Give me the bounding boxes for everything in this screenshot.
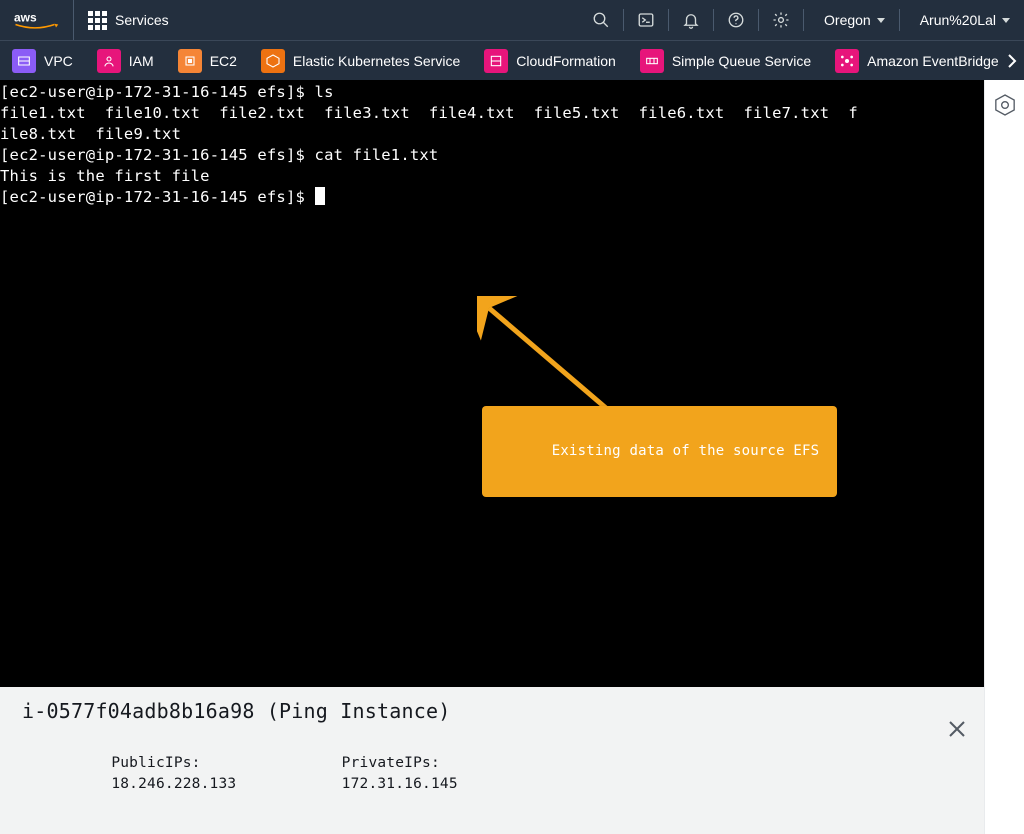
right-tool-strip [984,80,1024,834]
close-info-bar-button[interactable] [872,699,966,765]
annotation-callout: Existing data of the source EFS [482,406,837,497]
svg-text:aws: aws [14,11,37,25]
public-ip: PublicIPs: 18.246.228.133 [22,732,236,816]
svc-shortcut-vpc[interactable]: VPC [0,41,85,80]
svc-shortcut-eventbridge[interactable]: Amazon EventBridge [823,41,1011,80]
terminal-line: [ec2-user@ip-172-31-16-145 efs]$ cat fil… [0,146,438,164]
region-selector[interactable]: Oregon [804,0,899,40]
svc-shortcut-eks[interactable]: Elastic Kubernetes Service [249,41,472,80]
aws-top-nav: aws Services Oregon [0,0,1024,40]
svc-label: VPC [44,53,73,69]
svc-label: EC2 [210,53,237,69]
private-ip-value: 172.31.16.145 [342,776,458,792]
svc-shortcut-sqs[interactable]: Simple Queue Service [628,41,823,80]
terminal-line: file1.txt file10.txt file2.txt file3.txt… [0,104,858,122]
svc-label: CloudFormation [516,53,616,69]
public-ip-label: PublicIPs: [111,755,200,771]
terminal-line: [ec2-user@ip-172-31-16-145 efs]$ ls [0,83,334,101]
instance-info-bar: i-0577f04adb8b16a98 (Ping Instance) Publ… [0,687,984,834]
services-menu-button[interactable]: Services [74,0,183,40]
svc-shortcut-iam[interactable]: IAM [85,41,166,80]
annotation-arrow [420,275,580,415]
amazon-q-icon[interactable] [995,94,1015,116]
private-ip: PrivateIPs: 172.31.16.145 [252,732,457,816]
public-ip-value: 18.246.228.133 [111,776,236,792]
svc-label: IAM [129,53,154,69]
instance-title: i-0577f04adb8b16a98 (Ping Instance) [22,701,962,722]
terminal-line: ile8.txt file9.txt [0,125,181,143]
eks-icon [261,49,285,73]
help-icon[interactable] [714,0,758,40]
eventbridge-icon [835,49,859,73]
services-label: Services [115,12,169,28]
annotation-text: Existing data of the source EFS [552,443,820,459]
apps-grid-icon [88,11,107,30]
cloudshell-icon[interactable] [624,0,668,40]
iam-icon [97,49,121,73]
service-shortcut-bar: VPC IAM EC2 Elastic Kubernetes Service C… [0,40,1024,80]
notifications-bell-icon[interactable] [669,0,713,40]
caret-down-icon [1002,18,1010,23]
settings-gear-icon[interactable] [759,0,803,40]
caret-down-icon [877,18,885,23]
aws-logo[interactable]: aws [0,0,74,40]
search-icon[interactable] [579,0,623,40]
svc-scroll-right-button[interactable] [1000,41,1024,80]
user-menu[interactable]: Arun%20Lal [900,0,1024,40]
private-ip-label: PrivateIPs: [342,755,440,771]
user-label: Arun%20Lal [920,12,996,28]
svc-shortcut-cloudformation[interactable]: CloudFormation [472,41,628,80]
svc-shortcut-ec2[interactable]: EC2 [166,41,249,80]
svc-label: Elastic Kubernetes Service [293,53,460,69]
terminal-line: This is the first file [0,167,210,185]
main-area: [ec2-user@ip-172-31-16-145 efs]$ ls file… [0,80,1024,834]
svc-label: Amazon EventBridge [867,53,999,69]
cloudformation-icon [484,49,508,73]
top-nav-icons: Oregon Arun%20Lal [579,0,1024,40]
ec2-icon [178,49,202,73]
terminal-cursor [315,187,325,205]
session-manager-terminal[interactable]: [ec2-user@ip-172-31-16-145 efs]$ ls file… [0,80,984,834]
terminal-line: [ec2-user@ip-172-31-16-145 efs]$ [0,188,315,206]
vpc-icon [12,49,36,73]
region-label: Oregon [824,12,871,28]
sqs-icon [640,49,664,73]
svc-label: Simple Queue Service [672,53,811,69]
